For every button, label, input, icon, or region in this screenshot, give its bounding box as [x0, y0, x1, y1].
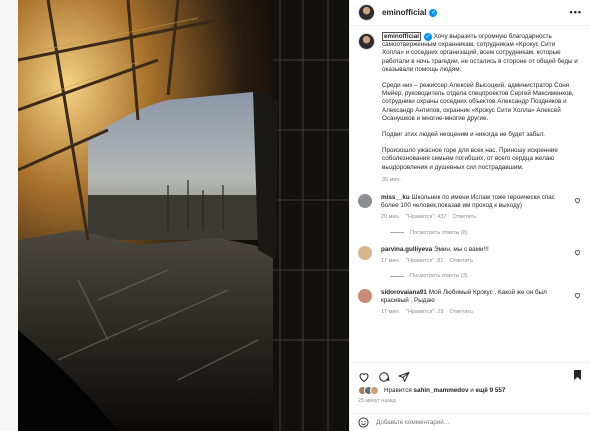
comment-icon[interactable] [378, 371, 390, 383]
comment-time: 17 мин. [381, 309, 401, 316]
likes-middle: и [468, 387, 476, 394]
view-replies-button[interactable]: Посмотреть ответы (3) [390, 273, 583, 279]
caption-paragraph-1: eminofficial ✓ Хочу выразить огромную бла… [382, 32, 578, 74]
left-gutter [0, 0, 18, 431]
view-replies-label: Посмотреть ответы (8) [410, 229, 468, 236]
comment-username[interactable]: sidorovaiana91 [381, 289, 427, 296]
caption-username[interactable]: eminofficial [382, 32, 421, 41]
post-header: eminofficial ✓ ••• [350, 0, 590, 26]
comment-avatar[interactable] [358, 245, 372, 260]
post-panel: eminofficial ✓ ••• eminofficial ✓ Хочу вы… [349, 0, 590, 431]
share-icon[interactable] [398, 371, 410, 383]
comment-item: miss__ku Школьник по имени Ислам тоже гер… [358, 194, 583, 222]
liker-username[interactable]: sahin_mammedov [414, 387, 469, 394]
add-comment-bar [350, 413, 590, 431]
comment-username[interactable]: parvina.gulliyeva [381, 246, 432, 253]
view-replies-label: Посмотреть ответы (3) [410, 273, 468, 280]
post-photo[interactable] [18, 0, 349, 431]
likes-prefix: Нравится [384, 387, 414, 394]
comment-avatar[interactable] [358, 289, 372, 304]
more-icon[interactable]: ••• [570, 7, 582, 17]
caption: eminofficial ✓ Хочу выразить огромную бла… [358, 32, 583, 184]
caption-avatar[interactable] [358, 33, 375, 50]
likes-summary[interactable]: Нравится sahin_mammedov и ещё 9 557 [358, 386, 505, 395]
posted-time: 25 минут назад [358, 398, 396, 404]
comment-heart-icon[interactable] [574, 197, 581, 204]
likes-count[interactable]: ещё 9 557 [476, 387, 506, 394]
comment-input[interactable] [376, 419, 576, 426]
reply-button[interactable]: Ответить [453, 214, 477, 220]
comment-time: 17 мин. [381, 257, 401, 264]
caption-paragraph-4: Произошло ужасное горе для всех нас. При… [382, 147, 558, 171]
view-replies-button[interactable]: Посмотреть ответы (8) [390, 230, 583, 236]
caption-paragraph-3: Подвиг этих людей неоценим и никогда не … [382, 131, 545, 139]
caption-paragraph-2: Среди них – режиссер Алексей Высоцкий, а… [382, 82, 574, 122]
heart-icon[interactable] [358, 371, 370, 383]
smile-icon[interactable] [358, 417, 369, 428]
comment-item: sidorovaiana91 Мой Любимый Крокус . Какой… [358, 289, 583, 317]
comment-avatar[interactable] [358, 194, 372, 209]
author-avatar[interactable] [358, 4, 375, 21]
post-actions [350, 362, 590, 384]
bookmark-icon[interactable] [572, 369, 583, 381]
comment-likes[interactable]: "Нравится": 81 [406, 258, 443, 264]
verified-icon: ✓ [429, 8, 438, 17]
comment-heart-icon[interactable] [574, 249, 581, 256]
verified-icon: ✓ [424, 33, 432, 41]
comment-text: Эмин, мы с вами!!! [434, 245, 489, 253]
author-username[interactable]: eminofficial [382, 8, 426, 17]
liker-avatar [370, 386, 379, 395]
comment-heart-icon[interactable] [574, 292, 581, 299]
comment-username[interactable]: miss__ku [381, 194, 410, 201]
reply-button[interactable]: Ответить [449, 258, 473, 264]
comment-time: 20 мин. [381, 214, 401, 221]
reply-button[interactable]: Ответить [449, 309, 473, 315]
caption-time: 35 мин. [382, 176, 402, 183]
comment-likes[interactable]: "Нравится": 437 [406, 214, 446, 220]
comment-item: parvina.gulliyeva Эмин, мы с вами!!! 17 м… [358, 245, 583, 265]
comments-scroll[interactable]: eminofficial ✓ Хочу выразить огромную бла… [350, 27, 590, 360]
comment-likes[interactable]: "Нравится": 29 [406, 309, 443, 315]
